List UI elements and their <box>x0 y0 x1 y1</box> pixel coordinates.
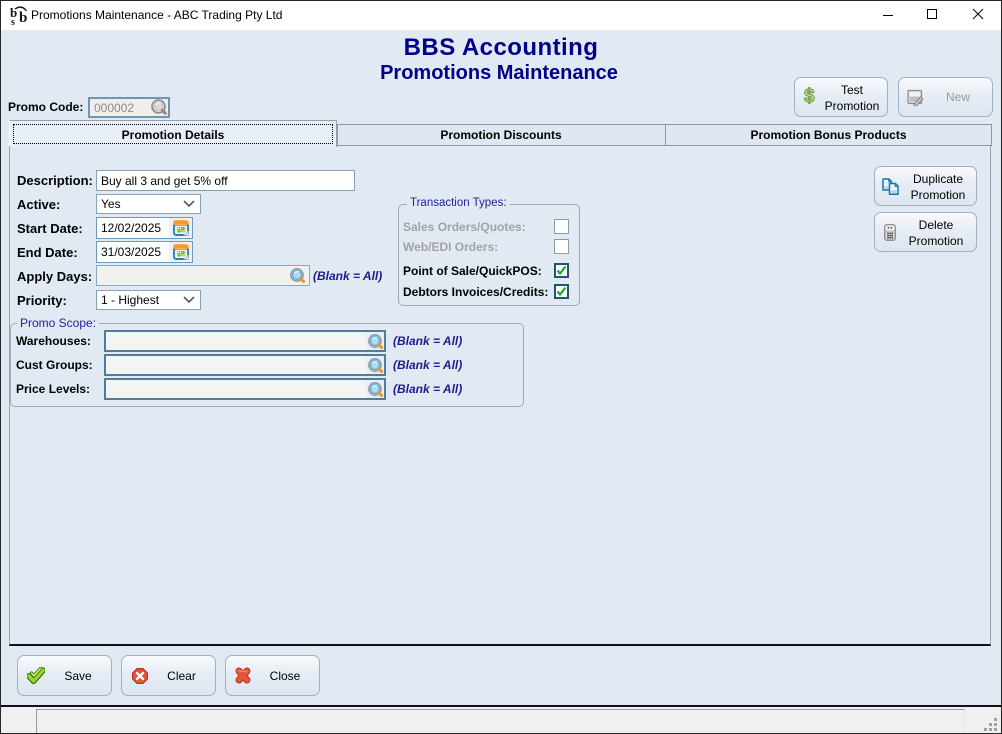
svg-text:s: s <box>11 17 15 26</box>
svg-text:b: b <box>19 10 27 26</box>
